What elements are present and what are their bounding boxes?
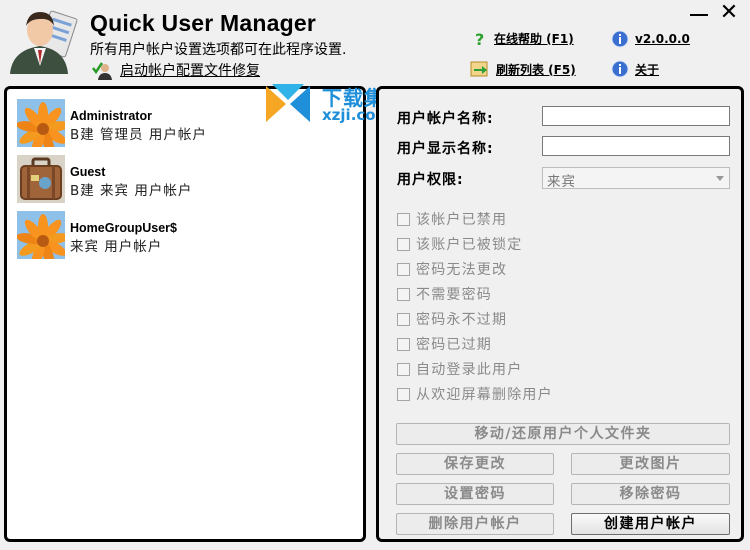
version-link[interactable]: v2.0.0.0 (611, 30, 690, 48)
permission-label: 用户权限: (397, 172, 464, 188)
user-details-panel: 用户帐户名称: 用户显示名称: 用户权限: 来宾 该帐户已禁用 该账户已被锁定 … (376, 86, 744, 542)
svg-text:?: ? (475, 31, 484, 47)
set-password-button[interactable]: 设置密码 (396, 483, 554, 505)
option-account-locked[interactable]: 该账户已被锁定 (397, 235, 522, 253)
header: Quick User Manager 所有用户帐户设置选项都可在此程序设置. 启… (0, 0, 750, 84)
checkbox[interactable] (397, 337, 410, 351)
refresh-link-label: 刷新列表 (F5) (496, 62, 576, 77)
user-list-item-guest[interactable]: Guest B建 来宾 用户帐户 (17, 155, 357, 205)
help-link[interactable]: ? 在线帮助 (F1) (472, 30, 574, 47)
suitcase-avatar-icon (17, 155, 65, 203)
save-changes-button[interactable]: 保存更改 (396, 453, 554, 475)
refresh-link[interactable]: 刷新列表 (F5) (470, 60, 576, 78)
minimize-button[interactable] (690, 14, 708, 16)
refresh-list-icon (470, 61, 488, 77)
option-label: 该账户已被锁定 (416, 237, 523, 253)
display-name-input[interactable] (542, 136, 730, 156)
option-password-cannot-change[interactable]: 密码无法更改 (397, 260, 507, 278)
option-account-disabled[interactable]: 该帐户已禁用 (397, 210, 507, 228)
option-label: 该帐户已禁用 (416, 212, 508, 228)
checkbox[interactable] (397, 287, 410, 301)
help-link-label: 在线帮助 (F1) (494, 32, 574, 46)
account-name-label: 用户帐户名称: (397, 111, 494, 127)
option-label: 密码永不过期 (416, 312, 508, 328)
permission-select-value: 来宾 (547, 174, 576, 190)
about-link-label: 关于 (635, 62, 660, 77)
help-question-icon: ? (475, 31, 484, 47)
option-password-not-required[interactable]: 不需要密码 (397, 285, 492, 303)
user-groups: 来宾 用户帐户 (70, 239, 163, 255)
permission-select[interactable]: 来宾 (542, 167, 730, 190)
move-restore-folder-button[interactable]: 移动/还原用户个人文件夹 (396, 423, 730, 445)
option-hide-from-welcome[interactable]: 从欢迎屏幕删除用户 (397, 385, 553, 403)
option-label: 自动登录此用户 (416, 362, 523, 378)
app-title: Quick User Manager (90, 10, 317, 36)
option-label: 密码已过期 (416, 337, 492, 353)
flower-avatar-icon (17, 211, 65, 259)
option-label: 不需要密码 (416, 287, 492, 303)
close-button[interactable]: ✕ (718, 2, 740, 24)
checkbox[interactable] (397, 312, 410, 326)
account-name-input[interactable] (542, 106, 730, 126)
remove-password-button[interactable]: 移除密码 (571, 483, 730, 505)
checkbox[interactable] (397, 212, 410, 226)
version-label: v2.0.0.0 (635, 32, 690, 46)
app-logo-icon (10, 10, 78, 74)
user-groups: B建 来宾 用户帐户 (70, 183, 193, 199)
profile-repair-link[interactable]: 启动帐户配置文件修复 (92, 60, 260, 80)
delete-user-button[interactable]: 删除用户帐户 (396, 513, 554, 535)
option-label: 密码无法更改 (416, 262, 508, 278)
display-name-label: 用户显示名称: (397, 141, 494, 157)
checkbox[interactable] (397, 362, 410, 376)
user-name: Guest (70, 165, 106, 179)
option-password-never-expires[interactable]: 密码永不过期 (397, 310, 507, 328)
checkbox[interactable] (397, 237, 410, 251)
option-label: 从欢迎屏幕删除用户 (416, 387, 553, 403)
profile-repair-label: 启动帐户配置文件修复 (120, 63, 260, 79)
user-name: Administrator (70, 109, 152, 123)
user-check-icon (92, 62, 112, 80)
flower-avatar-icon (17, 99, 65, 147)
info-icon (611, 30, 629, 48)
option-auto-login[interactable]: 自动登录此用户 (397, 360, 522, 378)
chevron-down-icon (716, 176, 724, 181)
about-info-icon (611, 60, 629, 78)
option-password-expired[interactable]: 密码已过期 (397, 335, 492, 353)
user-list-item-homegroupuser[interactable]: HomeGroupUser$ 来宾 用户帐户 (17, 211, 357, 261)
checkbox[interactable] (397, 387, 410, 401)
checkbox[interactable] (397, 262, 410, 276)
user-list-panel[interactable]: Administrator B建 管理员 用户帐户 Guest B建 来宾 用户… (4, 86, 366, 542)
about-link[interactable]: 关于 (611, 60, 659, 78)
change-picture-button[interactable]: 更改图片 (571, 453, 730, 475)
user-list-item-administrator[interactable]: Administrator B建 管理员 用户帐户 (17, 99, 357, 149)
user-groups: B建 管理员 用户帐户 (70, 127, 207, 143)
app-subtitle: 所有用户帐户设置选项都可在此程序设置. (90, 42, 347, 58)
create-user-button[interactable]: 创建用户帐户 (571, 513, 730, 535)
user-name: HomeGroupUser$ (70, 221, 177, 235)
